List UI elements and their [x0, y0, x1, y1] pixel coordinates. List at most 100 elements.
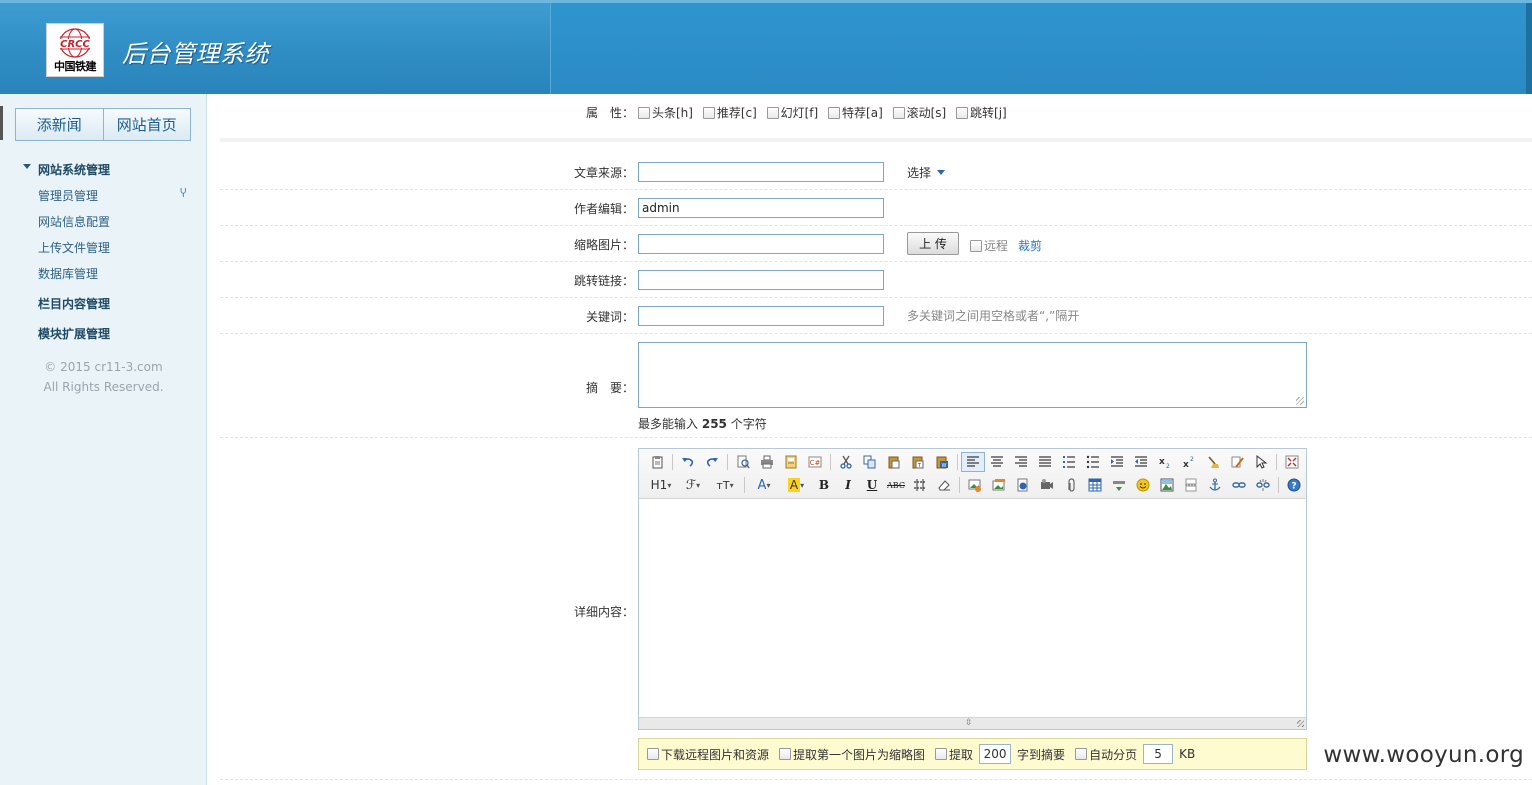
first-image-checkbox[interactable]: [779, 748, 792, 760]
page-unit: KB: [1179, 747, 1196, 761]
code-icon[interactable]: C#: [803, 452, 827, 472]
unordered-list-icon[interactable]: [1081, 452, 1105, 472]
checkbox[interactable]: [638, 107, 650, 119]
upload-button[interactable]: 上 传: [907, 232, 959, 255]
bold-icon[interactable]: B: [812, 475, 836, 495]
resize-handle-icon[interactable]: ⇳: [965, 719, 973, 728]
format-painter-icon[interactable]: [1225, 452, 1249, 472]
source-select[interactable]: 选择: [907, 164, 946, 181]
extract-suffix: 字到摘要: [1017, 747, 1066, 762]
font-family-dropdown[interactable]: ℱ ▾: [677, 475, 709, 495]
remote-option[interactable]: 远程: [970, 237, 1008, 254]
thumb-input[interactable]: [638, 234, 884, 254]
checkbox[interactable]: [956, 107, 969, 119]
checkbox[interactable]: [828, 107, 841, 119]
download-remote-label: 下载远程图片和资源: [661, 747, 770, 762]
select-all-icon[interactable]: [1249, 452, 1273, 472]
attr-option[interactable]: 滚动[s]: [892, 106, 946, 120]
source-icon[interactable]: [645, 452, 669, 472]
menu-group-columns[interactable]: 栏目内容管理: [38, 295, 110, 312]
preview-icon[interactable]: [731, 452, 755, 472]
underline-icon[interactable]: U: [860, 475, 884, 495]
attr-option[interactable]: 跳转[j]: [956, 106, 1007, 120]
strikethrough-icon[interactable]: ABC: [884, 475, 908, 495]
editor-content-area[interactable]: [639, 500, 1306, 717]
watermark: www.wooyun.org: [1323, 742, 1524, 768]
redirect-input[interactable]: [638, 270, 884, 290]
align-center-icon[interactable]: [985, 452, 1009, 472]
highlight-color-dropdown[interactable]: A ▾: [780, 475, 812, 495]
download-remote-checkbox[interactable]: [647, 748, 659, 760]
source-input[interactable]: [638, 162, 884, 182]
checkbox[interactable]: [702, 107, 715, 119]
print-icon[interactable]: [755, 452, 779, 472]
menu-item-admin[interactable]: 管理员管理: [38, 187, 98, 204]
hr-icon[interactable]: [908, 475, 932, 495]
unlink-icon[interactable]: [1251, 475, 1275, 495]
page-size-input[interactable]: 5: [1143, 744, 1174, 764]
eraser-icon[interactable]: [932, 475, 956, 495]
undo-icon[interactable]: [676, 452, 700, 472]
ordered-list-icon[interactable]: [1057, 452, 1081, 472]
summary-label: 摘 要：: [585, 381, 634, 395]
auto-page-checkbox[interactable]: [1075, 748, 1088, 760]
attachment-icon[interactable]: [1059, 475, 1083, 495]
checkbox[interactable]: [766, 107, 779, 119]
table-icon[interactable]: [1083, 475, 1107, 495]
menu-group-modules[interactable]: 模块扩展管理: [38, 325, 110, 342]
cut-icon[interactable]: [834, 452, 858, 472]
fullscreen-icon[interactable]: [1280, 452, 1304, 472]
align-left-icon[interactable]: [961, 452, 985, 472]
corner-grip-icon[interactable]: [1297, 720, 1304, 727]
insert-row-icon[interactable]: [1107, 475, 1131, 495]
emoticon-icon[interactable]: [1131, 475, 1155, 495]
attr-option[interactable]: 头条[h]: [638, 106, 693, 120]
font-size-dropdown[interactable]: тT ▾: [709, 475, 741, 495]
page-break-icon[interactable]: [1179, 475, 1203, 495]
extract-chars-input[interactable]: 200: [979, 744, 1012, 764]
redo-icon[interactable]: [700, 452, 724, 472]
menu-item-uploads[interactable]: 上传文件管理: [38, 239, 110, 256]
media-icon[interactable]: [1035, 475, 1059, 495]
site-home-button[interactable]: 网站首页: [102, 109, 191, 140]
align-right-icon[interactable]: [1009, 452, 1033, 472]
checkbox[interactable]: [892, 107, 905, 119]
menu-item-site-config[interactable]: 网站信息配置: [38, 213, 110, 230]
flash-icon[interactable]: [1011, 475, 1035, 495]
gallery-icon[interactable]: [1155, 475, 1179, 495]
paste-icon[interactable]: [882, 452, 906, 472]
superscript-icon[interactable]: x2: [1177, 452, 1201, 472]
outdent-icon[interactable]: [1129, 452, 1153, 472]
italic-icon[interactable]: I: [836, 475, 860, 495]
remote-checkbox[interactable]: [970, 240, 982, 252]
insert-image-icon[interactable]: [963, 475, 987, 495]
justify-icon[interactable]: [1033, 452, 1057, 472]
summary-textarea[interactable]: [638, 342, 1307, 408]
font-family-label: ℱ: [685, 477, 697, 493]
anchor-icon[interactable]: [1203, 475, 1227, 495]
expand-triangle-icon[interactable]: [23, 164, 31, 169]
add-news-button[interactable]: 添新闻: [16, 109, 103, 140]
heading-dropdown[interactable]: H1 ▾: [645, 475, 677, 495]
subscript-icon[interactable]: x2: [1153, 452, 1177, 472]
indent-icon[interactable]: [1105, 452, 1129, 472]
help-icon[interactable]: ?: [1282, 475, 1306, 495]
attr-option[interactable]: 幻灯[f]: [766, 106, 818, 120]
copy-icon[interactable]: [858, 452, 882, 472]
paste-word-icon[interactable]: W: [930, 452, 954, 472]
attr-option[interactable]: 特荐[a]: [828, 106, 883, 120]
multi-image-icon[interactable]: [987, 475, 1011, 495]
menu-item-database[interactable]: 数据库管理: [38, 265, 98, 282]
attr-option[interactable]: 推荐[c]: [702, 106, 757, 120]
resize-grip-icon[interactable]: [1296, 397, 1304, 405]
extract-summary-checkbox[interactable]: [935, 748, 948, 760]
font-color-dropdown[interactable]: A ▾: [748, 475, 780, 495]
crop-link[interactable]: 裁剪: [1018, 237, 1042, 254]
clear-format-icon[interactable]: [1201, 452, 1225, 472]
keywords-input[interactable]: [638, 306, 884, 326]
paste-plain-icon[interactable]: T: [906, 452, 930, 472]
link-icon[interactable]: [1227, 475, 1251, 495]
menu-group-system[interactable]: 网站系统管理: [38, 161, 110, 178]
author-input[interactable]: admin: [638, 198, 884, 218]
template-icon[interactable]: [779, 452, 803, 472]
